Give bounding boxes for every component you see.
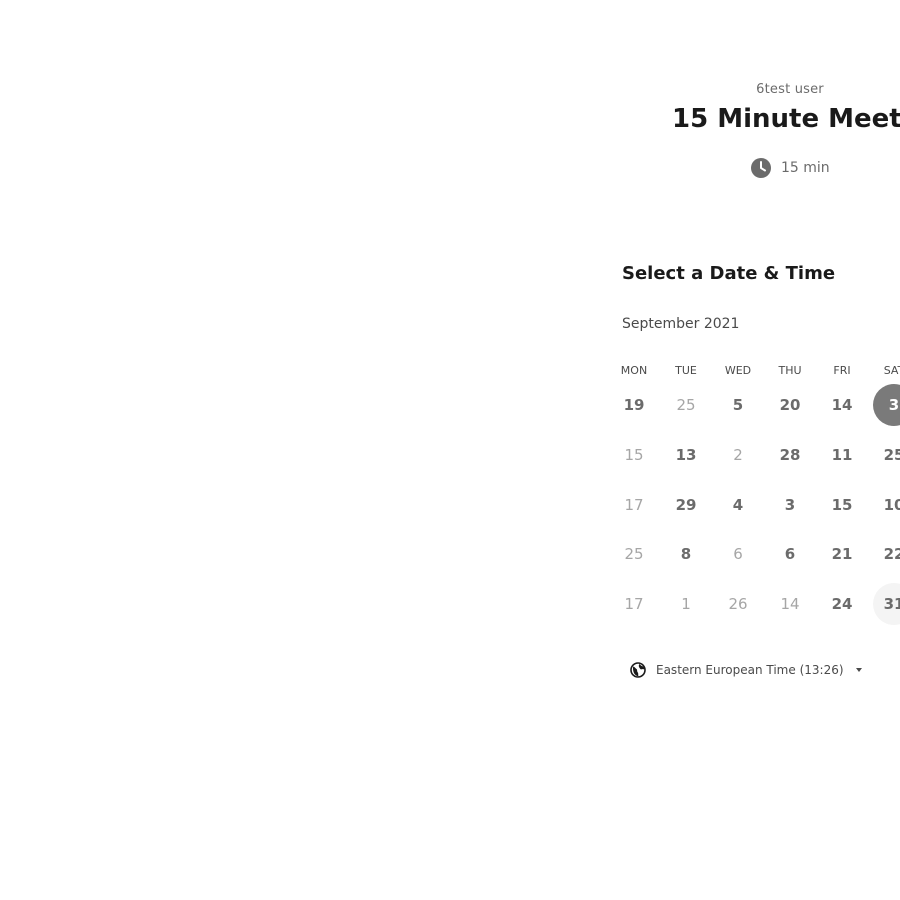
calendar-day: 2 [733,446,743,464]
selected-day[interactable]: 3 [873,384,900,426]
weekday-wed: WED [724,364,752,377]
month-label: September 2021 [622,316,740,332]
scheduling-page: 6test user 15 Minute Meeting 15 min Sele… [0,0,900,900]
calendar-day[interactable]: 4 [717,484,759,526]
calendar-day[interactable]: 29 [665,484,707,526]
section-title: Select a Date & Time [622,263,836,284]
calendar-day[interactable]: 24 [821,583,863,625]
calendar-day: 25 [624,545,644,563]
weekday-fri: FRI [833,364,851,377]
calendar-day[interactable]: 19 [613,384,655,426]
calendar-day[interactable]: 25 [873,434,900,476]
weekday-thu: THU [778,364,802,377]
duration-label: 15 min [781,160,830,176]
calendar-day: 15 [624,446,644,464]
calendar-day[interactable]: 3 [769,484,811,526]
calendar-day[interactable]: 6 [769,533,811,575]
calendar-day: 25 [676,396,696,414]
calendar-day[interactable]: 13 [665,434,707,476]
clock-icon [751,158,771,178]
calendar-day[interactable]: 14 [821,384,863,426]
calendar-day: 26 [728,595,748,613]
calendar-day[interactable]: 21 [821,533,863,575]
timezone-label: Eastern European Time (13:26) [656,663,844,677]
event-duration: 15 min [751,158,830,178]
calendar-day[interactable]: 28 [769,434,811,476]
calendar-day[interactable]: 20 [769,384,811,426]
calendar-day: 17 [624,595,644,613]
caret-down-icon [855,667,862,672]
event-title: 15 Minute Meeting [672,104,900,134]
calendar-day[interactable]: 22 [873,533,900,575]
calendar-day[interactable]: 8 [665,533,707,575]
calendar-day: 17 [624,496,644,514]
calendar-day[interactable]: 11 [821,434,863,476]
calendar-day[interactable]: 10 [873,484,900,526]
weekday-mon: MON [620,364,648,377]
globe-icon [630,662,646,678]
timezone-selector[interactable]: Eastern European Time (13:26) [630,662,862,678]
calendar-day: 1 [681,595,691,613]
weekday-tue: TUE [675,364,697,377]
calendar-day[interactable]: 31 [873,583,900,625]
calendar-day: 6 [733,545,743,563]
calendar-day[interactable]: 15 [821,484,863,526]
weekday-sat: SAT [883,364,900,377]
calendar-day: 14 [780,595,800,613]
calendar-day[interactable]: 5 [717,384,759,426]
host-name: 6test user [756,82,824,97]
